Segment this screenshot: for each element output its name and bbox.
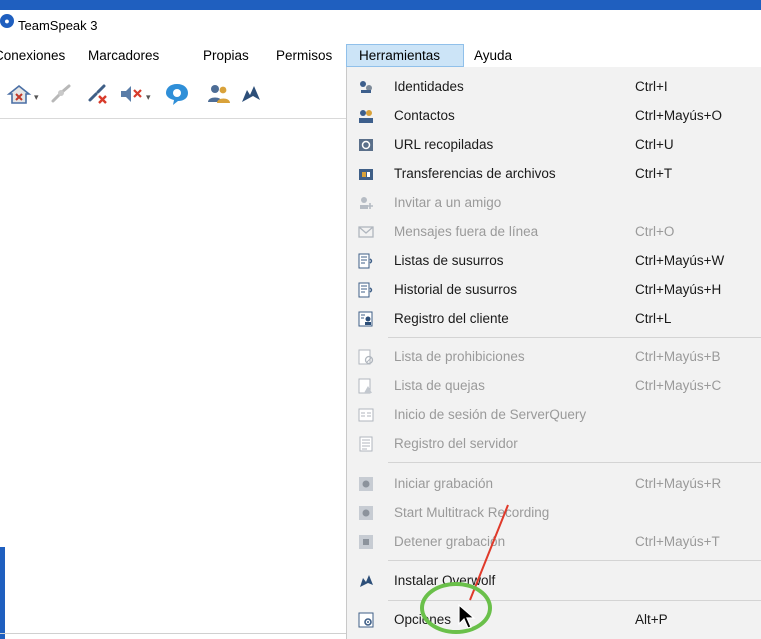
mouse-cursor-icon <box>458 604 476 629</box>
annotation-highlight-circle <box>420 582 492 634</box>
annotation-arrow-line <box>469 504 509 601</box>
